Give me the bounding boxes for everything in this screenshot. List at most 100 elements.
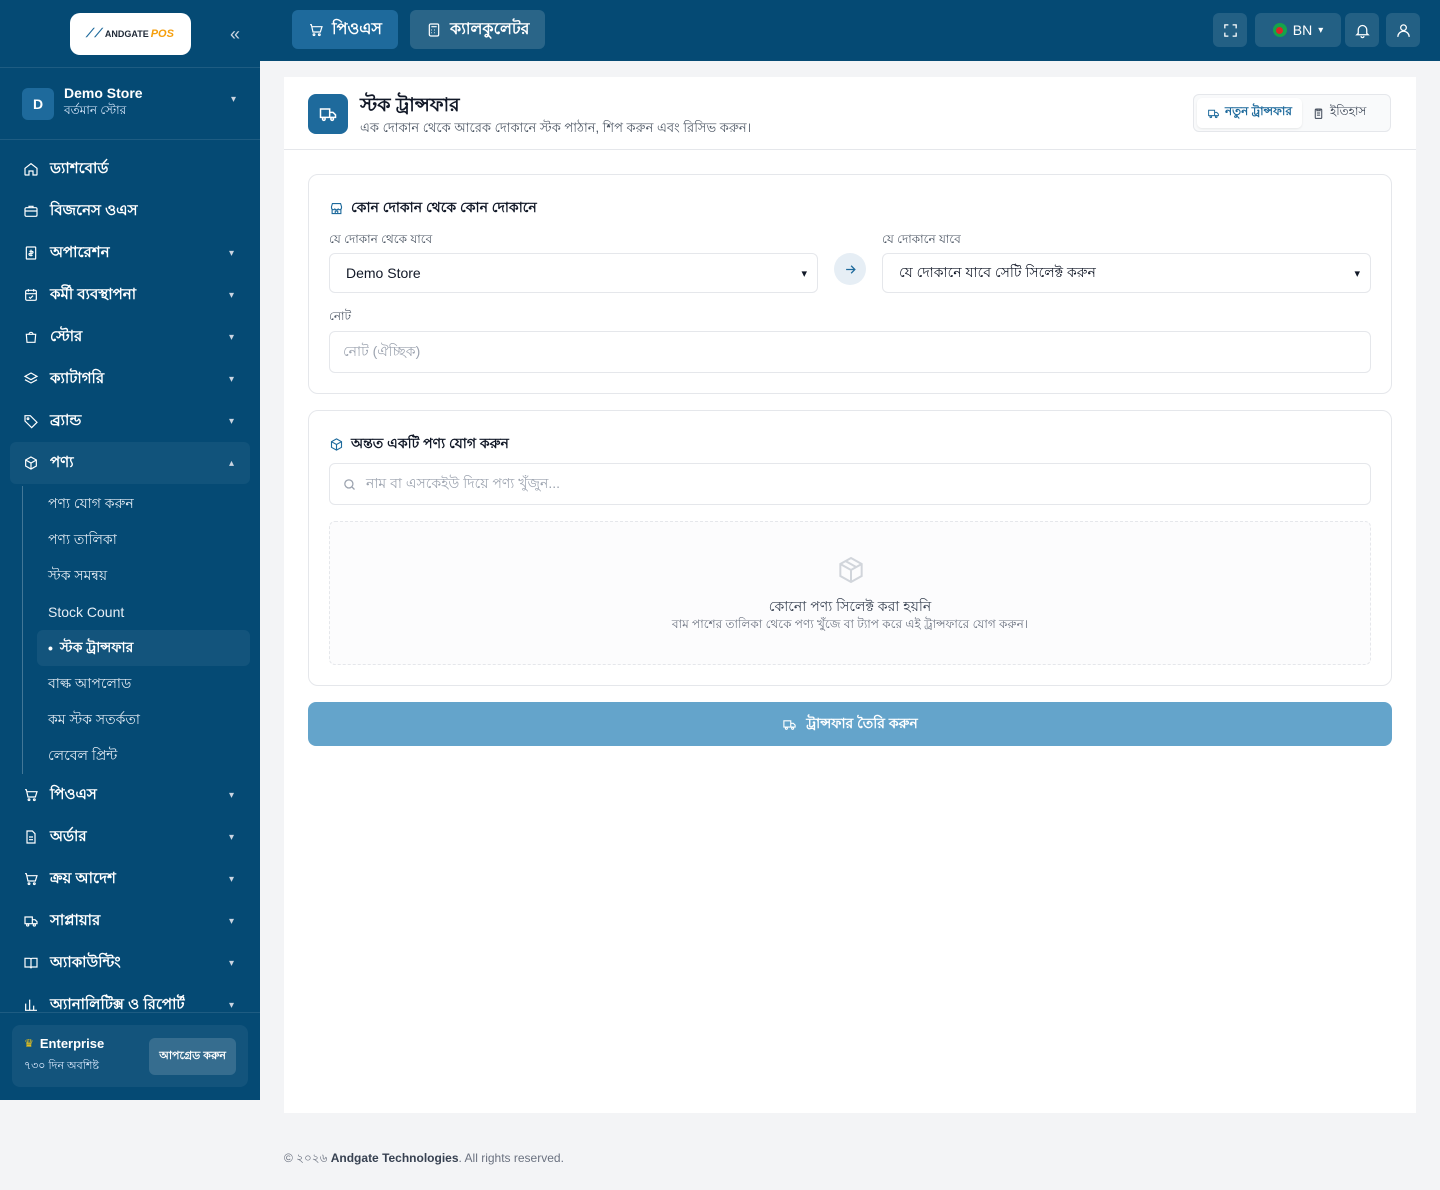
tab-history-label: ইতিহাস xyxy=(1329,104,1367,118)
subnav-item-label-print[interactable]: লেবেল প্রিন্ট xyxy=(23,738,260,774)
cart-icon xyxy=(310,23,323,36)
briefcase-icon xyxy=(22,202,40,220)
logo-mark-icon: ⟋⟋ xyxy=(86,26,103,40)
product-panel-title-text: অন্তত একটি পণ্য যোগ করুন xyxy=(351,435,509,451)
subnav-item-stock-count[interactable]: Stock Count xyxy=(23,594,260,630)
subnav-item-stock-adjustment[interactable]: স্টক সমন্বয় xyxy=(23,558,260,594)
truck-icon xyxy=(308,94,348,134)
store-subtitle: বর্তমান স্টোর xyxy=(64,103,127,117)
sidebar-item-products[interactable]: পণ্য ▴ xyxy=(10,442,250,484)
clipboard-icon xyxy=(1314,108,1323,119)
note-input[interactable]: নোট (ঐচ্ছিক) xyxy=(329,331,1371,373)
sidebar-item-label: অর্ডার xyxy=(50,827,87,845)
page-subtitle: এক দোকান থেকে আরেক দোকানে স্টক পাঠান, শি… xyxy=(360,120,752,135)
subnav-item-low-stock-alert[interactable]: কম স্টক সতর্কতা xyxy=(23,702,260,738)
notifications-button[interactable] xyxy=(1345,13,1379,47)
from-store-label: যে দোকান থেকে যাবে xyxy=(329,232,433,246)
subnav-item-add-product[interactable]: পণ্য যোগ করুন xyxy=(23,486,260,522)
sidebar-item-accounting[interactable]: অ্যাকাউন্টিং ▾ xyxy=(0,942,260,984)
brand-logo[interactable]: ⟋⟋ ANDGATE POS xyxy=(69,12,191,55)
sidebar-item-label: পণ্য xyxy=(50,453,74,471)
document-icon xyxy=(22,828,40,846)
tab-history[interactable]: ইতিহাস xyxy=(1302,98,1376,128)
empty-state-subtitle: বাম পাশের তালিকা থেকে পণ্য খুঁজে বা ট্যা… xyxy=(671,617,1029,631)
sidebar-item-pos[interactable]: পিওএস ▾ xyxy=(0,774,260,816)
upgrade-button[interactable]: আপগ্রেড করুন xyxy=(149,1037,236,1075)
create-transfer-button[interactable]: ট্রান্সফার তৈরি করুন xyxy=(308,702,1392,746)
sidebar-item-purchase-orders[interactable]: ক্রয় আদেশ ▾ xyxy=(0,858,260,900)
home-icon xyxy=(22,160,40,178)
user-icon xyxy=(1396,23,1410,37)
sidebar-item-store[interactable]: স্টোর ▾ xyxy=(0,316,260,358)
collapse-sidebar-icon[interactable]: « xyxy=(230,24,240,45)
user-menu-button[interactable] xyxy=(1386,13,1420,47)
bag-icon xyxy=(22,328,40,346)
sidebar-item-suppliers[interactable]: সাপ্লায়ার ▾ xyxy=(0,900,260,942)
crown-icon: ♛ xyxy=(24,1038,34,1050)
book-icon xyxy=(22,954,40,972)
direction-arrow-button[interactable] xyxy=(834,253,866,285)
footer-suffix: . All rights reserved. xyxy=(458,1151,564,1165)
to-store-value: যে দোকানে যাবে সেটি সিলেক্ট করুন xyxy=(899,264,1096,280)
sidebar-item-label: স্টোর xyxy=(50,327,83,345)
bangladesh-flag-icon xyxy=(1272,23,1287,37)
subnav-item-stock-transfer[interactable]: স্টক ট্রান্সফার xyxy=(37,630,250,666)
sidebar-item-category[interactable]: ক্যাটাগরি ▾ xyxy=(0,358,260,400)
plan-days-remaining: ৭৩০ দিন অবশিষ্ট xyxy=(24,1060,99,1072)
receipt-icon xyxy=(22,244,40,262)
note-label: নোট xyxy=(329,309,352,323)
calendar-icon xyxy=(22,286,40,304)
chevron-down-icon: ▾ xyxy=(1318,24,1324,36)
logo-text: ANDGATE xyxy=(104,28,149,39)
language-selector[interactable]: BN ▾ xyxy=(1255,13,1341,47)
sidebar-item-label: ক্রয় আদেশ xyxy=(50,869,116,887)
chevron-down-icon: ▾ xyxy=(228,247,234,259)
to-store-select[interactable]: যে দোকানে যাবে সেটি সিলেক্ট করুন ▾ xyxy=(882,253,1371,293)
plan-section: ♛ Enterprise ৭৩০ দিন অবশিষ্ট আপগ্রেড করু… xyxy=(0,1012,260,1100)
plan-card: ♛ Enterprise ৭৩০ দিন অবশিষ্ট আপগ্রেড করু… xyxy=(12,1025,248,1087)
sidebar: ⟋⟋ ANDGATE POS « D Demo Store বর্তমান স্… xyxy=(0,0,260,1100)
subnav-item-bulk-upload[interactable]: বাল্ক আপলোড xyxy=(23,666,260,702)
sidebar-item-operations[interactable]: অপারেশন ▾ xyxy=(0,232,260,274)
tab-new-transfer[interactable]: নতুন ট্রান্সফার xyxy=(1197,98,1302,128)
arrow-right-icon xyxy=(845,264,856,274)
calculator-tab-button[interactable]: ক্যালকুলেটর xyxy=(410,10,546,49)
sidebar-item-dashboard[interactable]: ড্যাশবোর্ড xyxy=(0,148,260,190)
store-name: Demo Store xyxy=(64,85,143,101)
truck-icon xyxy=(22,912,40,930)
chevron-down-icon: ▾ xyxy=(1354,267,1360,280)
create-transfer-label: ট্রান্সফার তৈরি করুন xyxy=(806,715,918,731)
chevron-down-icon: ▾ xyxy=(228,289,234,301)
package-icon xyxy=(839,556,863,584)
chevron-down-icon: ▾ xyxy=(228,915,234,927)
product-search-input[interactable]: নাম বা এসকেইউ দিয়ে পণ্য খুঁজুন... xyxy=(329,463,1371,505)
view-toggle: নতুন ট্রান্সফার ইতিহাস xyxy=(1193,94,1391,132)
sidebar-item-label: ড্যাশবোর্ড xyxy=(50,159,109,177)
fullscreen-button[interactable] xyxy=(1213,13,1247,47)
sidebar-item-label: কর্মী ব্যবস্থাপনা xyxy=(50,285,137,303)
chevron-down-icon: ▾ xyxy=(230,94,236,105)
page-header: স্টক ট্রান্সফার এক দোকান থেকে আরেক দোকান… xyxy=(284,77,1416,150)
sidebar-item-staff[interactable]: কর্মী ব্যবস্থাপনা ▾ xyxy=(0,274,260,316)
store-icon xyxy=(330,202,343,214)
subnav-item-product-list[interactable]: পণ্য তালিকা xyxy=(23,522,260,558)
sidebar-item-orders[interactable]: অর্ডার ▾ xyxy=(0,816,260,858)
from-store-select[interactable]: Demo Store ▾ xyxy=(329,253,818,293)
calculator-tab-label: ক্যালকুলেটর xyxy=(450,21,530,38)
chevron-down-icon: ▾ xyxy=(228,331,234,343)
logo-row: ⟋⟋ ANDGATE POS « xyxy=(0,0,260,68)
chevron-down-icon: ▾ xyxy=(228,831,234,843)
chevron-down-icon: ▾ xyxy=(228,873,234,885)
footer-company: Andgate Technologies xyxy=(330,1151,459,1165)
store-switcher[interactable]: D Demo Store বর্তমান স্টোর ▾ xyxy=(0,68,260,140)
bell-icon xyxy=(1354,24,1370,38)
sidebar-item-label: বিজনেস ওএস xyxy=(50,201,138,219)
sidebar-item-label: পিওএস xyxy=(50,785,97,803)
pos-tab-button[interactable]: পিওএস xyxy=(292,10,398,49)
logo-accent: POS xyxy=(150,27,174,40)
store-avatar: D xyxy=(22,87,54,120)
sidebar-nav: ড্যাশবোর্ড বিজনেস ওএস অপারেশন ▾ কর্মী ব্… xyxy=(0,140,260,1026)
sidebar-item-brand[interactable]: ব্র্যান্ড ▾ xyxy=(0,400,260,442)
sidebar-item-business-os[interactable]: বিজনেস ওএস xyxy=(0,190,260,232)
sidebar-item-label: ক্যাটাগরি xyxy=(50,369,105,387)
